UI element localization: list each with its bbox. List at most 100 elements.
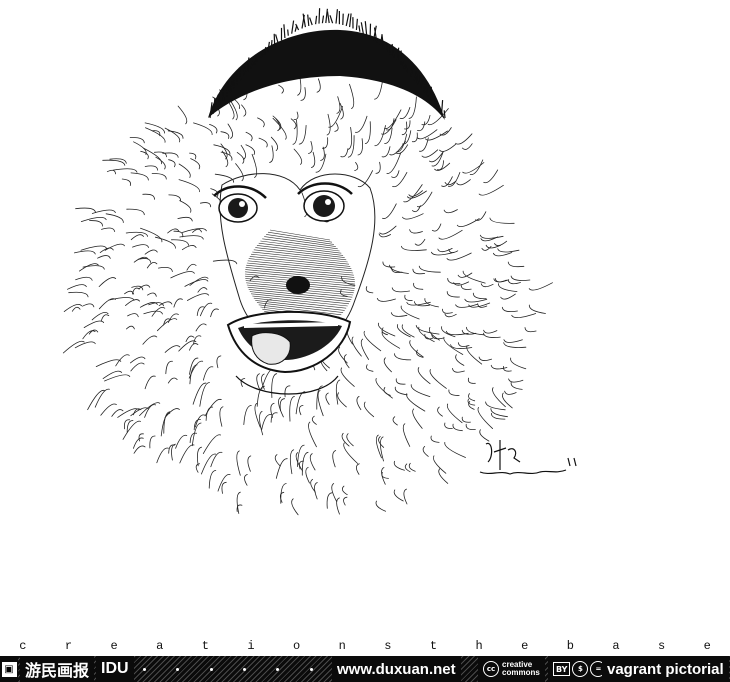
fur-stroke [140,150,149,160]
fur-stroke [444,313,457,318]
fur-stroke [332,450,337,468]
fur-stroke [386,152,401,174]
fur-stroke [190,158,201,170]
fur-stroke [418,265,441,273]
fur-stroke [510,275,531,281]
fur-stroke [325,392,330,405]
fur-stroke [511,313,537,318]
fur-stroke [357,138,363,156]
fur-stroke [244,474,248,486]
fur-stroke [347,127,353,150]
fur-stroke [290,118,297,130]
fur-stroke [364,121,371,144]
fur-stroke [346,433,354,447]
fur-stroke [75,207,96,213]
fur-stroke [431,334,445,340]
fur-stroke [456,179,471,186]
fur-stroke [164,127,181,143]
fur-stroke [439,127,452,136]
fur-stroke [130,234,144,241]
fur-stroke [468,393,476,402]
fur-stroke [413,282,424,290]
fur-stroke [245,144,256,156]
fur-stroke [390,312,408,317]
fur-stroke [122,420,141,440]
cap-hair-stroke [400,50,402,66]
strip-letter: h [475,639,483,653]
fur-stroke [126,325,135,330]
fur-stroke [289,396,295,422]
website-link[interactable]: www.duxuan.net [332,656,461,682]
fur-stroke [492,387,506,408]
fur-stroke [144,249,158,255]
cap-hair-stroke [329,15,334,24]
fur-stroke [401,121,408,136]
fur-stroke [189,343,199,351]
fur-stroke [284,385,291,398]
fur-stroke [177,216,193,222]
fur-stroke [156,447,169,464]
cap-hair-stroke [318,8,321,24]
fur-stroke [144,375,156,390]
fur-stroke [446,403,463,424]
fur-stroke [295,452,303,472]
fur-stroke [399,107,411,119]
fur-stroke [409,340,424,358]
fur-stroke [355,463,360,475]
fur-stroke [195,323,207,332]
fur-stroke [219,406,224,427]
fur-stroke [240,144,246,160]
fur-stroke [357,170,373,188]
fur-stroke [503,339,523,343]
fur-stroke [497,248,520,253]
fur-stroke [376,298,396,302]
fur-stroke [403,488,408,505]
fur-stroke [524,327,537,333]
brand-name: vagrant pictorial [602,656,729,682]
fur-stroke [510,357,527,370]
fur-stroke [311,415,317,425]
fur-stroke [485,401,506,411]
strip-letter: e [110,639,118,653]
fur-stroke [402,423,411,447]
fur-stroke [422,446,429,457]
fur-stroke [503,342,527,348]
fur-stroke [300,87,306,101]
fur-stroke [245,131,253,142]
fur-stroke [452,423,463,432]
fur-stroke [402,213,424,220]
fur-stroke [455,354,465,366]
chinese-title: 游民画报 [20,656,95,682]
fur-stroke [138,433,144,442]
cap-hair-stroke [355,18,358,31]
seal-logo: ▣ [0,656,18,682]
fur-stroke [293,111,299,121]
fur-stroke [305,466,310,484]
fur-stroke [337,392,347,408]
dot [176,667,180,671]
fur-stroke [472,292,487,300]
fur-stroke [363,401,375,418]
fur-stroke [87,389,105,411]
cap-hair [208,29,445,120]
fur-stroke [82,330,96,340]
fur-stroke [441,176,453,187]
fur-stroke [366,364,374,372]
cc-label-line2: commons [502,668,540,677]
fur-stroke [493,252,513,257]
fur-stroke [393,460,405,471]
fur-stroke [477,407,493,429]
creative-commons-badge[interactable]: cc creative commons [478,656,545,682]
fur-stroke [126,208,145,216]
fur-stroke [298,125,307,145]
footer-bar: ▣ 游民画报 IDU www.duxuan.net cc creative co… [0,656,730,682]
fur-stroke [165,360,173,375]
fur-stroke [155,236,176,249]
fur-stroke [507,261,525,268]
fur-stroke [446,291,460,298]
cap-hair-stroke [325,8,328,24]
cap-hair-stroke [443,110,446,119]
fur-stroke [247,455,252,472]
face-hatch-line [245,267,355,278]
fur-stroke [317,389,324,417]
